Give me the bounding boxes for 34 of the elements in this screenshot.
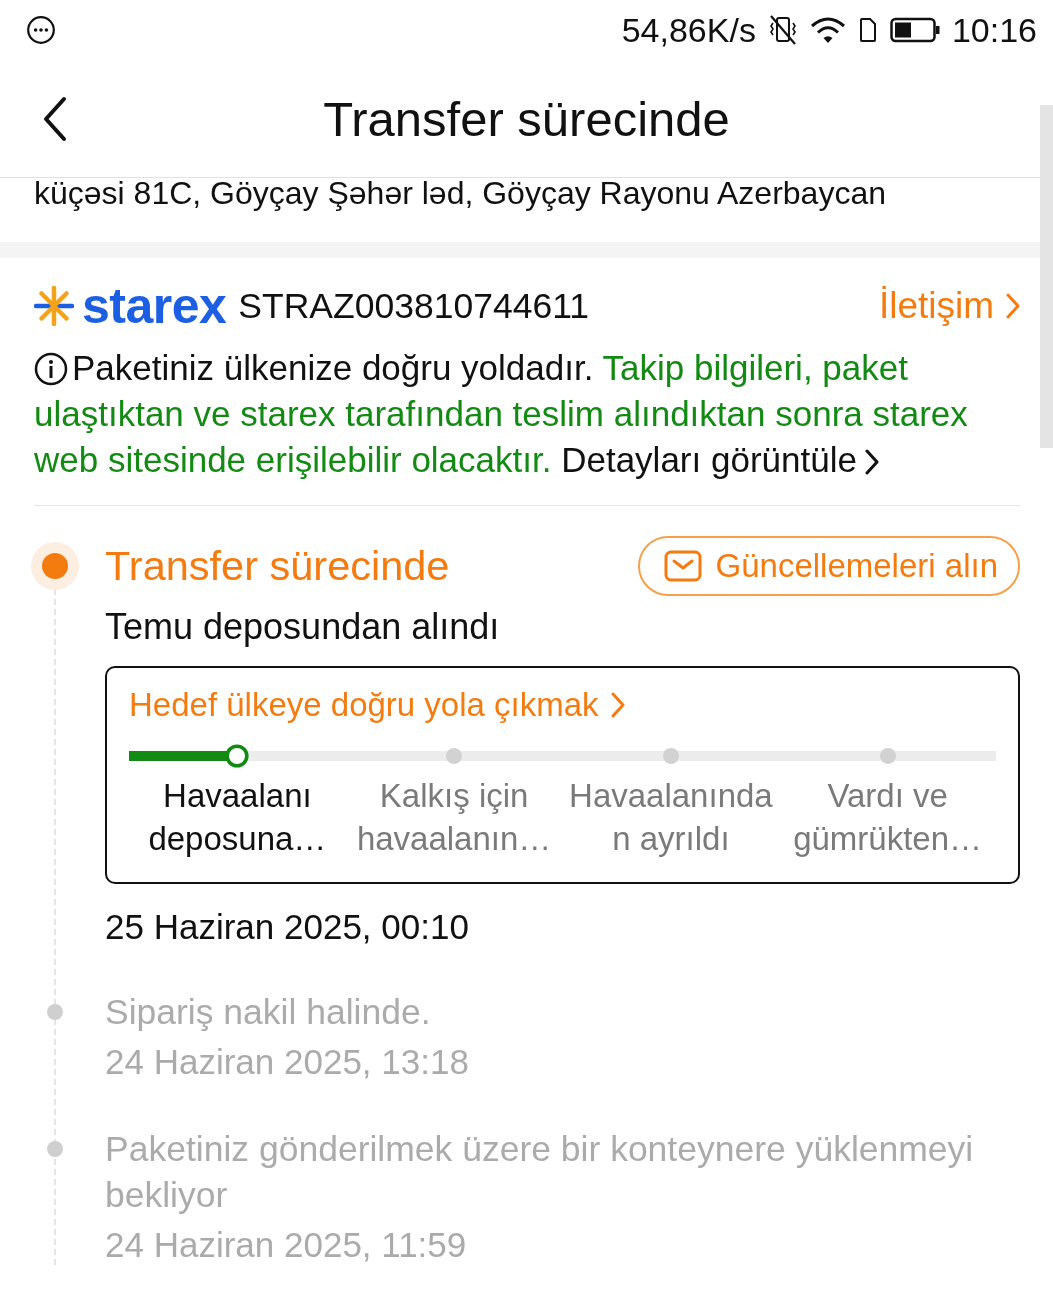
vibration-off-icon [767, 14, 798, 46]
chevron-left-icon [42, 95, 68, 142]
step-label: Kalkış için havaalanın… [355, 776, 553, 859]
event-title: Sipariş nakil halinde. [105, 991, 431, 1034]
details-link[interactable]: Detayları görüntüle [561, 440, 879, 479]
step-label: Havaalanı deposuna… [147, 776, 328, 859]
event-date: 25 Haziran 2025, 00:10 [105, 906, 470, 948]
tracker-title-link[interactable]: Hedef ülkeye doğru yola çıkmak [129, 686, 625, 724]
notice-text: Paketiniz ülkenize doğru yoldadır. Takip bilgileri, paket ulaştıktan ve starex tarafından teslim alındıktan sonra starex web sitesinde erişilebilir olacaktır. Detayları görüntüle [34, 345, 1020, 506]
contact-link[interactable]: İletişim [878, 285, 1020, 327]
event-date: 24 Haziran 2025, 13:18 [105, 1041, 470, 1083]
network-speed: 54,86K/s [621, 11, 756, 49]
event-title: Transfer sürecinde [105, 542, 450, 590]
battery-icon [889, 17, 940, 43]
clock-time: 10:16 [951, 11, 1037, 49]
asterisk-logo-icon [34, 286, 74, 326]
info-icon [34, 352, 68, 386]
sim-card-icon [857, 17, 878, 43]
event-date: 24 Haziran 2025, 11:59 [105, 1224, 468, 1266]
page-title: Transfer sürecinde [323, 90, 730, 147]
tracking-number: STRAZ003810744611 [238, 286, 589, 326]
logo-text: starex [82, 284, 227, 328]
get-updates-button[interactable]: Güncellemeleri alın [637, 536, 1020, 596]
event-title: Paketiniz gönderilmek üzere bir konteynere yüklenmeyi bekliyor [105, 1128, 975, 1217]
step-label: Vardı ve gümrükten… [792, 776, 984, 859]
event-description: Temu deposundan alındı [105, 605, 501, 649]
step-label: Havaalanından ayrıldı [568, 776, 774, 859]
chevron-right-icon [610, 692, 625, 718]
address-text: küçəsi 81C, Göyçay Şəhər ləd, Göyçay Rayonu Azerbaycan [33, 178, 887, 213]
ellipsis-circle-icon [27, 16, 55, 44]
chevron-right-icon [1006, 293, 1020, 319]
mail-icon [663, 550, 702, 582]
wifi-icon [809, 16, 846, 44]
chevron-right-icon [864, 449, 879, 475]
